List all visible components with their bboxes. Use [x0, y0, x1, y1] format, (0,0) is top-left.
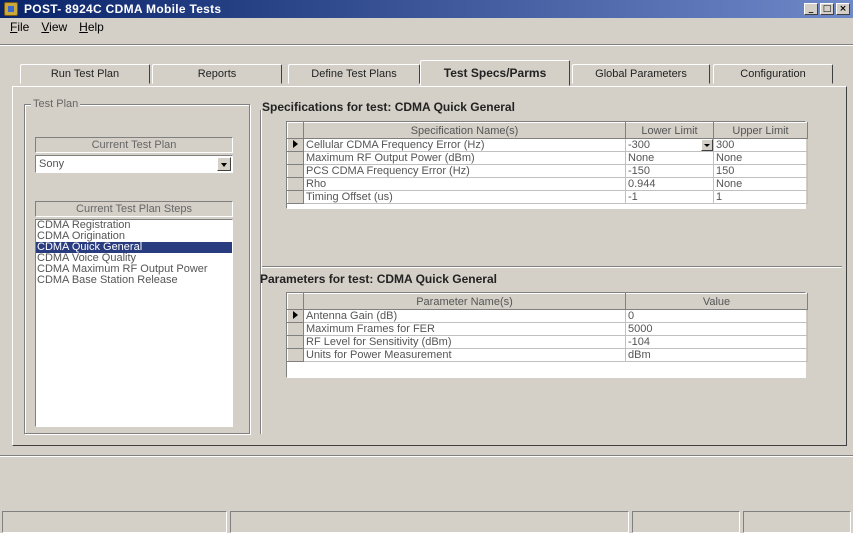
menu-file[interactable]: File [4, 20, 35, 34]
params-title: Parameters for test: CDMA Quick General [260, 272, 497, 286]
tab-configuration[interactable]: Configuration [713, 64, 833, 84]
maximize-button[interactable]: □ [820, 3, 834, 15]
status-panel [632, 511, 741, 533]
tab-global-parameters[interactable]: Global Parameters [572, 64, 710, 84]
current-test-plan-label: Current Test Plan [35, 137, 233, 153]
current-row-indicator[interactable] [287, 309, 304, 323]
row-header[interactable] [287, 322, 304, 336]
row-header[interactable] [287, 151, 304, 165]
table-row[interactable]: Antenna Gain (dB) 0 [287, 309, 808, 323]
table-row[interactable]: RF Level for Sensitivity (dBm) -104 [287, 335, 808, 349]
status-panel [229, 511, 630, 533]
specs-title: Specifications for test: CDMA Quick Gene… [262, 100, 515, 114]
column-header[interactable]: Parameter Name(s) [303, 293, 626, 310]
status-bar [0, 511, 853, 533]
title-bar: POST- 8924C CDMA Mobile Tests _ □ × [0, 0, 853, 18]
spec-name-cell[interactable]: Timing Offset (us) [303, 190, 626, 204]
lower-limit-cell[interactable]: -150 [625, 164, 714, 178]
table-row[interactable]: Maximum RF Output Power (dBm) None None [287, 151, 808, 165]
test-plan-steps-label: Current Test Plan Steps [35, 201, 233, 217]
chevron-down-icon[interactable] [217, 157, 231, 171]
grid-corner [287, 122, 304, 139]
column-header[interactable]: Upper Limit [713, 122, 808, 139]
tab-test-specs-parms[interactable]: Test Specs/Parms [420, 60, 570, 86]
current-row-indicator[interactable] [287, 138, 304, 152]
row-header[interactable] [287, 190, 304, 204]
param-name-cell[interactable]: Units for Power Measurement [303, 348, 626, 362]
test-plan-group: Test Plan Current Test Plan Sony Current… [24, 98, 250, 434]
current-test-plan-dropdown[interactable]: Sony [35, 155, 233, 173]
status-panel [2, 511, 227, 533]
app-icon[interactable] [4, 2, 18, 16]
params-grid[interactable]: Parameter Name(s) Value Antenna Gain (dB… [286, 292, 808, 378]
table-row[interactable]: Rho 0.944 None [287, 177, 808, 191]
upper-limit-cell[interactable]: 150 [713, 164, 808, 178]
table-row[interactable]: Timing Offset (us) -1 1 [287, 190, 808, 204]
spec-name-cell[interactable]: PCS CDMA Frequency Error (Hz) [303, 164, 626, 178]
upper-limit-cell[interactable]: 300 [713, 138, 808, 152]
spec-name-cell[interactable]: Cellular CDMA Frequency Error (Hz) [303, 138, 626, 152]
chevron-down-icon[interactable] [701, 139, 713, 151]
param-name-cell[interactable]: Maximum Frames for FER [303, 322, 626, 336]
lower-limit-cell[interactable]: 0.944 [625, 177, 714, 191]
table-row[interactable]: Units for Power Measurement dBm [287, 348, 808, 362]
param-value-cell[interactable]: 0 [625, 309, 808, 323]
window-title: POST- 8924C CDMA Mobile Tests [24, 2, 222, 16]
divider [262, 266, 842, 268]
arrow-right-icon [293, 311, 298, 319]
spec-name-cell[interactable]: Rho [303, 177, 626, 191]
row-header[interactable] [287, 177, 304, 191]
specs-grid[interactable]: Specification Name(s) Lower Limit Upper … [286, 121, 808, 209]
menu-bar: File View Help [0, 18, 853, 36]
column-header[interactable]: Lower Limit [625, 122, 714, 139]
current-test-plan-value: Sony [39, 158, 65, 170]
list-item[interactable]: CDMA Base Station Release [36, 275, 232, 286]
minimize-button[interactable]: _ [804, 3, 818, 15]
button-area [0, 455, 853, 505]
row-header[interactable] [287, 335, 304, 349]
column-header[interactable]: Value [625, 293, 808, 310]
tab-define-test-plans[interactable]: Define Test Plans [288, 64, 420, 84]
status-panel [743, 511, 851, 533]
column-header[interactable]: Specification Name(s) [303, 122, 626, 139]
separator [0, 44, 853, 46]
lower-limit-cell[interactable]: -1 [625, 190, 714, 204]
tab-reports[interactable]: Reports [152, 64, 282, 84]
row-header[interactable] [287, 348, 304, 362]
menu-view[interactable]: View [35, 20, 73, 34]
table-row[interactable]: Maximum Frames for FER 5000 [287, 322, 808, 336]
close-button[interactable]: × [836, 3, 850, 15]
param-value-cell[interactable]: dBm [625, 348, 808, 362]
upper-limit-cell[interactable]: None [713, 151, 808, 165]
spec-name-cell[interactable]: Maximum RF Output Power (dBm) [303, 151, 626, 165]
tab-run-test-plan[interactable]: Run Test Plan [20, 64, 150, 84]
param-value-cell[interactable]: -104 [625, 335, 808, 349]
lower-limit-cell[interactable]: None [625, 151, 714, 165]
upper-limit-cell[interactable]: None [713, 177, 808, 191]
table-row[interactable]: Cellular CDMA Frequency Error (Hz) -300 … [287, 138, 808, 152]
menu-help[interactable]: Help [73, 20, 110, 34]
test-plan-group-title: Test Plan [31, 98, 81, 110]
param-name-cell[interactable]: RF Level for Sensitivity (dBm) [303, 335, 626, 349]
tab-strip: Run Test Plan Reports Define Test Plans … [20, 60, 833, 86]
table-row[interactable]: PCS CDMA Frequency Error (Hz) -150 150 [287, 164, 808, 178]
param-name-cell[interactable]: Antenna Gain (dB) [303, 309, 626, 323]
test-plan-steps-list[interactable]: CDMA Registration CDMA Origination CDMA … [35, 219, 233, 427]
param-value-cell[interactable]: 5000 [625, 322, 808, 336]
grid-corner [287, 293, 304, 310]
row-header[interactable] [287, 164, 304, 178]
window-controls: _ □ × [804, 3, 850, 15]
arrow-right-icon [293, 140, 298, 148]
upper-limit-cell[interactable]: 1 [713, 190, 808, 204]
lower-limit-cell[interactable]: -300 [625, 138, 714, 152]
